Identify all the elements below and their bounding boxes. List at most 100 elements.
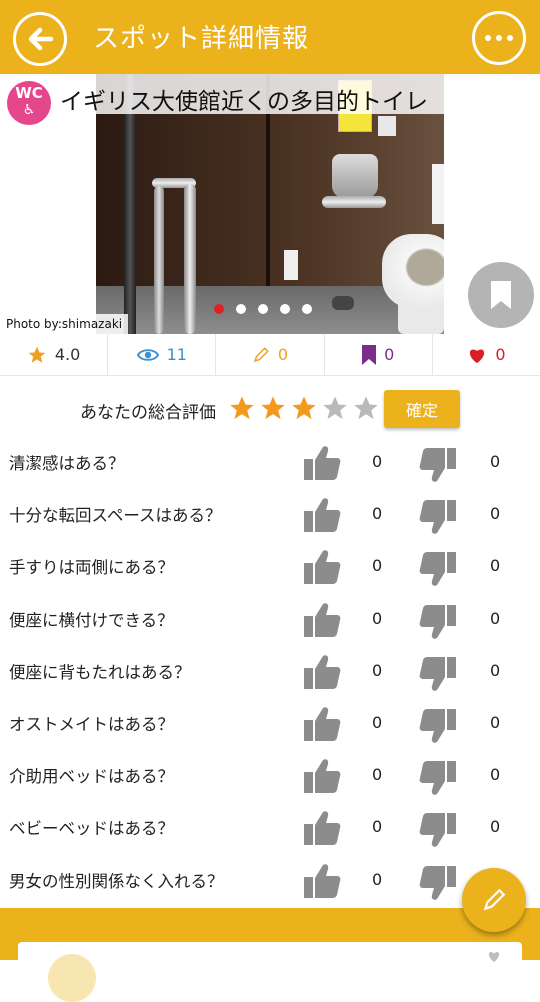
heart-icon	[470, 349, 485, 363]
upvote-count: 0	[372, 817, 383, 837]
photo-credit: Photo by:shimazaki	[0, 314, 129, 334]
stat-views: 11	[108, 334, 217, 375]
downvote-count: 0	[490, 765, 501, 785]
thumbs-up-icon[interactable]	[302, 601, 342, 643]
upvote-count: 0	[372, 556, 383, 576]
thumbs-up-icon[interactable]	[302, 757, 342, 799]
upvote-count: 0	[372, 452, 383, 471]
eye-icon	[136, 348, 159, 361]
question-text: 便座に背もたれはある？	[9, 662, 191, 682]
thumbs-down-icon[interactable]	[418, 864, 458, 906]
write-review-button[interactable]	[462, 868, 526, 932]
carousel-dot[interactable]	[302, 304, 312, 314]
upvote-count: 0	[372, 869, 383, 889]
upvote-count: 0	[372, 765, 383, 785]
question-text: 手すりは両側にある？	[9, 558, 174, 578]
thumbs-down-icon[interactable]	[418, 603, 458, 645]
reviews-count: 0	[277, 345, 289, 364]
upvote-count: 0	[372, 713, 383, 732]
downvote-count: 0	[490, 660, 501, 680]
page-title: スポット詳細情報	[93, 24, 310, 54]
thumbs-down-icon[interactable]	[418, 655, 458, 697]
overall-rating-form: あなたの総合評価 確定	[0, 388, 540, 430]
stat-bookmarks[interactable]: 0	[325, 334, 433, 375]
question-row: 介助用ベッドはある？ 0 0	[0, 751, 540, 803]
app-header: スポット詳細情報	[0, 0, 540, 74]
downvote-count: 0	[490, 713, 501, 732]
bookmark-button[interactable]	[468, 262, 534, 328]
stat-reviews[interactable]: 0	[216, 334, 325, 375]
stat-rating: 4.0	[0, 334, 109, 375]
thumbs-up-icon[interactable]	[302, 444, 342, 486]
question-row: 十分な転回スペースはある？ 0 0	[0, 490, 540, 542]
question-row: 便座に背もたれはある？ 0 0	[0, 647, 540, 699]
question-row: 手すりは両側にある？ 0 0	[0, 542, 540, 594]
rating-star-1[interactable]	[228, 394, 256, 422]
rating-star-3[interactable]	[290, 394, 318, 422]
pencil-icon	[483, 888, 506, 911]
question-text: 男女の性別関係なく入れる？	[9, 871, 224, 891]
rating-label: あなたの総合評価	[80, 403, 216, 423]
thumbs-down-icon[interactable]	[418, 811, 458, 853]
carousel-dots	[214, 304, 312, 314]
question-row: オストメイトはある？ 0 0	[0, 699, 540, 751]
carousel-dot[interactable]	[258, 304, 268, 314]
question-text: 便座に横付けできる？	[9, 610, 174, 630]
thumbs-down-icon[interactable]	[418, 707, 458, 749]
thumbs-up-icon[interactable]	[302, 496, 342, 538]
rating-star-5[interactable]	[352, 394, 380, 422]
bookmarks-count: 0	[384, 345, 395, 364]
stat-likes[interactable]: 0	[433, 334, 540, 375]
views-count: 11	[166, 345, 187, 364]
rating-star-2[interactable]	[259, 394, 287, 422]
downvote-count: 0	[490, 817, 501, 837]
spot-photo-carousel[interactable]: WC ♿ イギリス大使館近くの多目的トイレ Photo by:shimazaki	[0, 74, 540, 334]
question-row: 男女の性別関係なく入れる？00	[0, 856, 540, 908]
thumbs-down-icon[interactable]	[418, 759, 458, 801]
heart-icon[interactable]	[484, 950, 504, 962]
pencil-icon	[253, 346, 269, 362]
more-button[interactable]	[472, 11, 526, 65]
thumbs-up-icon[interactable]	[302, 705, 342, 747]
upvote-count: 0	[372, 660, 383, 680]
likes-count: 0	[495, 345, 506, 364]
bookmark-icon	[362, 344, 377, 365]
carousel-dot[interactable]	[214, 304, 224, 314]
question-text: 十分な転回スペースはある？	[9, 506, 222, 526]
question-text: ベビーベッドはある？	[9, 819, 174, 839]
more-dots-icon	[485, 35, 491, 41]
back-button[interactable]	[13, 12, 67, 66]
spot-title: イギリス大使館近くの多目的トイレ	[60, 89, 428, 115]
question-row: 便座に横付けできる？ 0 0	[0, 595, 540, 647]
question-text: 清潔感はある？	[9, 454, 125, 473]
upvote-count: 0	[372, 504, 383, 524]
thumbs-down-icon[interactable]	[418, 498, 458, 540]
carousel-dot[interactable]	[280, 304, 290, 314]
thumbs-down-icon[interactable]	[418, 550, 458, 592]
downvote-count: 0	[490, 504, 501, 524]
bookmark-icon	[491, 281, 511, 309]
wc-badge: WC ♿	[7, 81, 51, 125]
thumbs-up-icon[interactable]	[302, 548, 342, 590]
upvote-count: 0	[372, 608, 383, 628]
stats-bar: 4.0 11 0 0 0	[0, 334, 540, 376]
thumbs-up-icon[interactable]	[302, 862, 342, 904]
avatar	[48, 954, 96, 1002]
question-text: オストメイトはある？	[9, 715, 174, 734]
thumbs-up-icon[interactable]	[302, 653, 342, 695]
downvote-count: 0	[490, 608, 501, 628]
thumbs-down-icon[interactable]	[418, 446, 458, 488]
rating-star-4[interactable]	[321, 394, 349, 422]
arrow-left-icon	[28, 27, 54, 51]
question-row: 清潔感はある？ 0 0	[0, 438, 540, 490]
rating-value: 4.0	[54, 345, 81, 364]
carousel-dot[interactable]	[236, 304, 246, 314]
downvote-count: 0	[490, 556, 501, 576]
rating-stars	[228, 394, 380, 422]
thumbs-up-icon[interactable]	[302, 809, 342, 851]
question-row: ベビーベッドはある？ 0 0	[0, 803, 540, 855]
question-text: 介助用ベッドはある？	[9, 767, 174, 787]
star-icon	[28, 346, 46, 363]
confirm-button[interactable]: 確定	[384, 390, 460, 428]
wheelchair-icon: ♿	[22, 102, 36, 118]
